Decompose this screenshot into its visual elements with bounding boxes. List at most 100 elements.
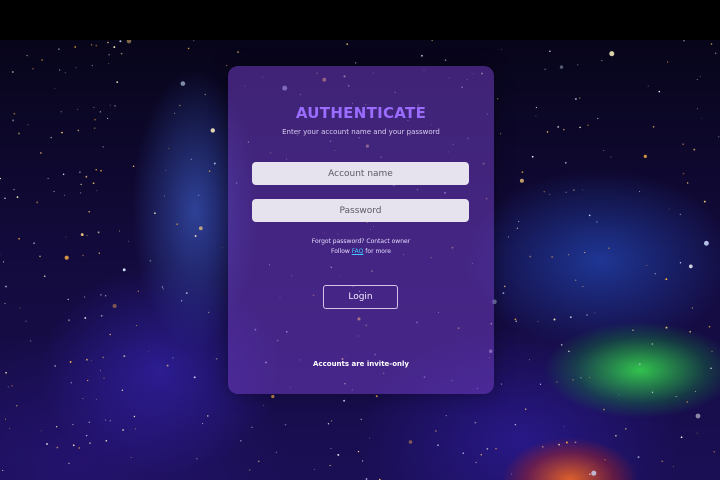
- star: [60, 111, 62, 113]
- star: [672, 466, 674, 468]
- star: [435, 430, 437, 432]
- star: [329, 464, 331, 467]
- star: [15, 404, 18, 407]
- star: [665, 278, 668, 281]
- star: [475, 461, 477, 463]
- faq-link[interactable]: FAQ: [352, 248, 364, 255]
- star: [563, 128, 565, 131]
- star: [445, 415, 447, 417]
- star: [165, 169, 167, 171]
- star: [2, 261, 5, 263]
- star: [560, 344, 563, 346]
- star: [95, 398, 97, 400]
- star: [588, 214, 591, 217]
- login-button[interactable]: Login: [323, 285, 398, 309]
- star: [580, 376, 582, 379]
- star: [546, 131, 549, 133]
- star: [604, 459, 606, 461]
- star: [208, 311, 210, 314]
- star: [511, 473, 513, 475]
- star: [586, 314, 589, 316]
- star: [210, 128, 216, 133]
- star: [135, 428, 137, 430]
- star: [608, 247, 610, 249]
- star: [528, 359, 530, 361]
- star: [80, 192, 82, 194]
- star: [639, 191, 641, 193]
- star: [557, 125, 560, 128]
- star: [83, 296, 86, 298]
- star: [13, 188, 15, 191]
- star: [701, 117, 703, 119]
- star: [248, 469, 251, 471]
- star: [26, 54, 28, 57]
- star: [206, 415, 209, 417]
- star: [92, 182, 95, 185]
- star: [499, 133, 502, 135]
- star: [486, 448, 489, 450]
- account-name-input[interactable]: [252, 162, 469, 185]
- star: [474, 421, 477, 424]
- star: [113, 46, 116, 49]
- star: [565, 441, 568, 444]
- star: [11, 385, 13, 387]
- star: [284, 423, 287, 426]
- star: [688, 264, 693, 269]
- star: [535, 115, 537, 117]
- star: [41, 59, 43, 61]
- star: [7, 386, 9, 388]
- star: [437, 444, 439, 447]
- star: [154, 212, 156, 215]
- star: [100, 294, 102, 296]
- star: [4, 418, 7, 420]
- star: [251, 426, 253, 428]
- for-more-text: for more: [365, 248, 391, 255]
- star: [16, 196, 19, 198]
- star: [574, 441, 577, 444]
- star: [18, 132, 20, 135]
- star: [13, 112, 16, 115]
- star: [56, 446, 59, 449]
- star: [43, 275, 46, 278]
- star: [102, 356, 105, 359]
- star: [696, 78, 698, 80]
- star: [582, 286, 584, 288]
- star: [661, 460, 664, 463]
- star: [549, 193, 551, 195]
- star: [375, 395, 378, 398]
- star: [695, 413, 701, 419]
- star: [602, 408, 605, 411]
- star: [204, 93, 207, 96]
- star: [711, 350, 713, 352]
- star: [632, 329, 634, 331]
- star: [696, 108, 699, 110]
- star: [93, 106, 95, 108]
- star: [168, 147, 170, 149]
- star: [502, 292, 505, 295]
- star: [537, 321, 539, 323]
- star: [109, 420, 111, 422]
- star: [95, 44, 98, 47]
- star: [107, 117, 109, 119]
- star: [58, 48, 60, 51]
- star: [149, 259, 152, 262]
- star: [32, 68, 34, 70]
- star: [87, 379, 89, 382]
- star: [77, 129, 80, 132]
- star: [91, 360, 93, 361]
- star: [529, 255, 532, 258]
- star: [524, 408, 527, 410]
- password-input[interactable]: [252, 199, 469, 222]
- star: [128, 240, 130, 242]
- star: [85, 434, 88, 437]
- star: [601, 60, 603, 62]
- star: [421, 54, 423, 57]
- star: [408, 440, 413, 444]
- star: [59, 69, 61, 71]
- help-text: Forgot password? Contact owner Follow FA…: [228, 237, 494, 257]
- star: [120, 52, 123, 55]
- star: [679, 262, 682, 264]
- star: [121, 389, 124, 391]
- star: [603, 150, 605, 152]
- star: [179, 104, 181, 107]
